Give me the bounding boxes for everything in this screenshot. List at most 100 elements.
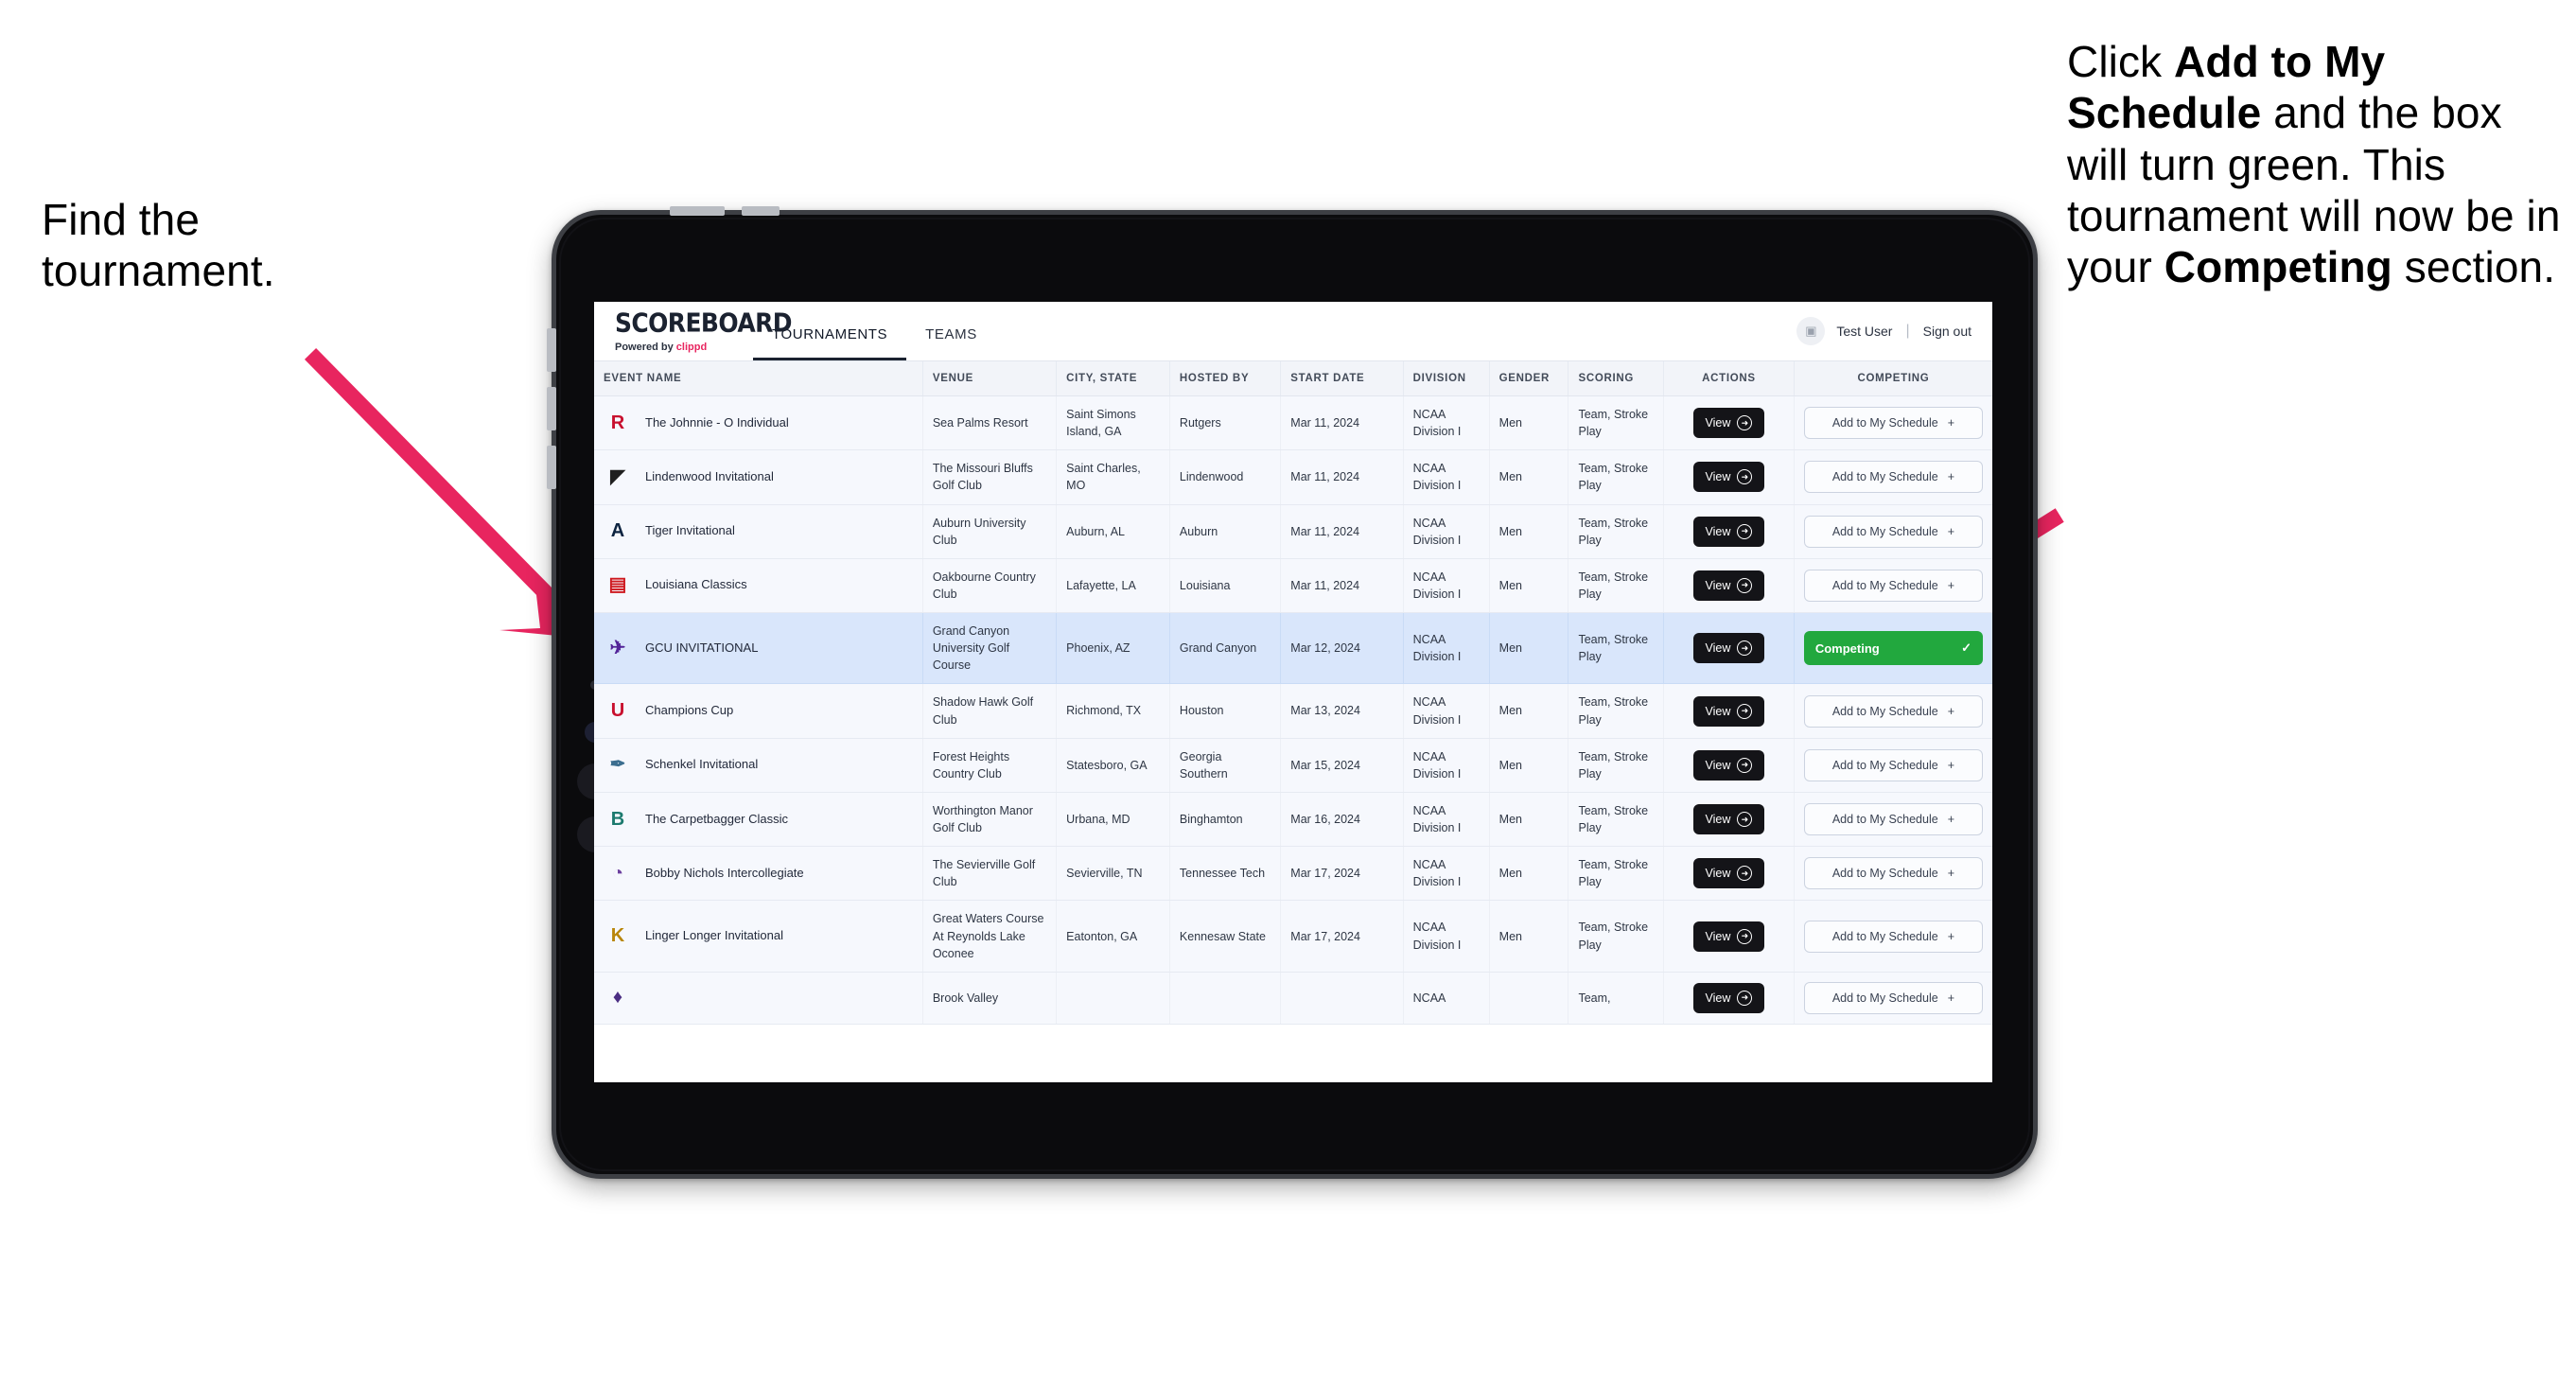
add-to-my-schedule-button[interactable]: Add to My Schedule + [1803,803,1983,835]
cell-hosted-by: Louisiana [1169,558,1282,614]
cell-actions: View ➜ [1663,738,1795,793]
cell-event-name: ✈ GCU INVITATIONAL [594,612,923,685]
cell-division: NCAA Division I [1403,449,1490,505]
tab-teams[interactable]: TEAMS [906,311,996,360]
add-to-my-schedule-button[interactable]: Add to My Schedule + [1803,857,1983,890]
cell-gender: Men [1489,449,1569,505]
cell-division: NCAA Division I [1403,683,1490,739]
cell-event-name: B The Carpetbagger Classic [594,792,923,848]
arrow-right-circle-icon: ➜ [1737,577,1753,593]
arrow-right-circle-icon: ➜ [1737,812,1753,827]
view-button[interactable]: View ➜ [1692,408,1765,439]
table-row[interactable]: ✒ Schenkel Invitational Forest Heights Cou… [594,738,1992,793]
tablet-screen: SCOREBOARD Powered by clippd TOURNAMENTS… [594,302,1992,1082]
view-button[interactable]: View ➜ [1692,804,1765,834]
view-button[interactable]: View ➜ [1692,516,1765,547]
add-to-my-schedule-label: Add to My Schedule [1831,758,1938,772]
cell-venue: Worthington Manor Golf Club [922,792,1058,848]
cell-event-name: ◤ Lindenwood Invitational [594,449,923,505]
add-to-my-schedule-label: Add to My Schedule [1831,416,1938,430]
add-to-my-schedule-label: Add to My Schedule [1831,813,1938,826]
cell-city-state: Saint Simons Island, GA [1056,395,1170,451]
add-to-my-schedule-button[interactable]: Add to My Schedule + [1803,569,1983,602]
cell-competing: Add to My Schedule + [1794,738,1992,793]
add-to-my-schedule-button[interactable]: Add to My Schedule + [1803,461,1983,494]
sign-out-link[interactable]: Sign out [1923,324,1971,339]
plus-icon: + [1947,578,1954,592]
table-row[interactable]: K Linger Longer Invitational Great Waters … [594,900,1992,973]
table-row[interactable]: ✈ GCU INVITATIONAL Grand Canyon University… [594,612,1992,685]
cell-hosted-by: Auburn [1169,504,1282,559]
cell-hosted-by: Rutgers [1169,395,1282,451]
add-to-my-schedule-button[interactable]: Add to My Schedule + [1803,694,1983,728]
view-button[interactable]: View ➜ [1692,633,1765,664]
cell-competing: Add to My Schedule + [1794,846,1992,902]
add-to-my-schedule-button[interactable]: Add to My Schedule + [1803,515,1983,548]
cell-gender [1489,972,1569,1025]
cell-venue: Forest Heights Country Club [922,738,1058,793]
add-to-my-schedule-button[interactable]: Add to My Schedule + [1803,748,1983,781]
cell-gender: Men [1489,558,1569,614]
view-button-label: View [1705,929,1731,943]
cell-gender: Men [1489,683,1569,739]
competing-badge-button[interactable]: Competing ✓ [1803,631,1983,666]
add-to-my-schedule-button[interactable]: Add to My Schedule + [1803,407,1983,440]
table-row[interactable]: ◔ Bobby Nichols Intercollegiate The Sevier… [594,846,1992,902]
cell-gender: Men [1489,395,1569,451]
view-button[interactable]: View ➜ [1692,749,1765,781]
table-row[interactable]: ▤ Louisiana Classics Oakbourne Country Clu… [594,558,1992,614]
tablet-device-frame: SCOREBOARD Powered by clippd TOURNAMENTS… [547,206,2038,1179]
header-user-area: ▣ Test User | Sign out [1796,302,1992,360]
view-button-label: View [1705,867,1731,881]
side-button-3[interactable] [547,446,556,489]
view-button[interactable]: View ➜ [1692,982,1765,1013]
team-logo-icon: U [610,700,625,721]
user-badge-icon[interactable]: ▣ [1796,317,1826,345]
plus-icon: + [1947,929,1954,943]
table-row[interactable]: ◤ Lindenwood Invitational The Missouri Blu… [594,449,1992,505]
side-button-2[interactable] [547,387,556,430]
view-button[interactable]: View ➜ [1692,695,1765,727]
competing-label: Competing [1814,640,1880,656]
cell-scoring: Team, Stroke Play [1568,792,1665,848]
table-row[interactable]: ♦ Brook Valley NCAA Team, View ➜ Add to My Sch… [594,972,1992,1025]
view-button[interactable]: View ➜ [1692,858,1765,889]
cell-division: NCAA Division I [1403,504,1490,559]
event-name-label: GCU INVITATIONAL [645,640,759,655]
cell-hosted-by: Houston [1169,683,1282,739]
table-row[interactable]: B The Carpetbagger Classic Worthington Man… [594,792,1992,848]
add-to-my-schedule-button[interactable]: Add to My Schedule + [1803,920,1983,953]
view-button[interactable]: View ➜ [1692,462,1765,493]
table-row[interactable]: U Champions Cup Shadow Hawk Golf Club Richm… [594,683,1992,739]
power-button[interactable] [670,206,725,216]
event-name-label: Louisiana Classics [645,577,747,592]
table-row[interactable]: A Tiger Invitational Auburn University Clu… [594,504,1992,559]
cell-actions: View ➜ [1663,504,1795,559]
cell-scoring: Team, Stroke Play [1568,846,1665,902]
view-button-label: View [1705,813,1731,826]
cell-division: NCAA Division I [1403,558,1490,614]
annotation-add-to-schedule: Click Add to My Schedule and the box wil… [2067,36,2568,292]
view-button-label: View [1705,991,1731,1005]
cell-scoring: Team, Stroke Play [1568,504,1665,559]
cell-gender: Men [1489,792,1569,848]
cell-start-date: Mar 17, 2024 [1280,846,1404,902]
annotation-right-seg5: section. [2392,242,2556,292]
check-icon: ✓ [1961,640,1971,656]
brand-title: SCOREBOARD [615,307,793,339]
cell-actions: View ➜ [1663,395,1795,451]
cell-actions: View ➜ [1663,972,1795,1025]
cell-scoring: Team, [1568,972,1665,1025]
column-header-division: DIVISION [1403,361,1490,396]
add-to-my-schedule-button[interactable]: Add to My Schedule + [1803,981,1983,1014]
volume-button-top[interactable] [742,206,780,216]
view-button-label: View [1705,578,1731,592]
event-name-label: The Carpetbagger Classic [645,811,789,826]
view-button[interactable]: View ➜ [1692,570,1765,601]
view-button[interactable]: View ➜ [1692,921,1765,952]
team-logo-icon: K [610,925,625,947]
team-logo-icon: ✒ [609,754,626,776]
cell-city-state: Saint Charles, MO [1056,449,1170,505]
side-button-1[interactable] [547,328,556,372]
table-row[interactable]: R The Johnnie - O Individual Sea Palms Res… [594,395,1992,451]
